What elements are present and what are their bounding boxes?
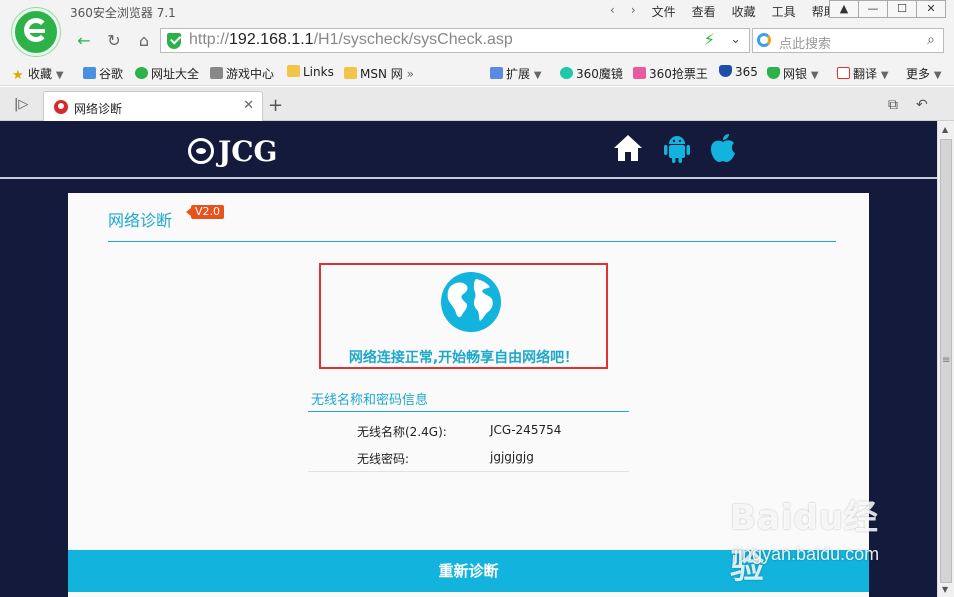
ticket-icon [633,67,646,79]
title-divider [108,241,836,242]
shield-icon [719,65,732,77]
chevron-down-icon[interactable]: ⌄ [730,32,741,47]
home-icon[interactable] [611,131,645,165]
address-row: ← ↻ ⌂ http://192.168.1.1/H1/syscheck/sys… [0,22,954,60]
bookmark-translate[interactable]: 翻译 ▼ [837,65,889,82]
app-title: 360安全浏览器 7.1 [70,6,176,20]
security-shield-icon [167,33,181,49]
bookmark-links[interactable]: Links [287,65,334,79]
bookmark-ticket[interactable]: 360抢票王 [633,65,708,82]
translate-icon [837,67,850,79]
wifi-section-divider [308,411,629,412]
grid-icon [490,67,503,79]
bookmark-games[interactable]: 游戏中心 [210,65,274,82]
jcg-logo[interactable]: JCG [188,135,277,168]
chevron-right-icon[interactable]: › [631,3,636,20]
browser-logo [12,8,60,56]
folder-icon [287,65,300,77]
restore-tab-icon[interactable]: ⧉ [888,97,898,113]
status-highlight-box: 网络连接正常,开始畅享自由网络吧！ [319,263,608,369]
bookmark-extensions[interactable]: 扩展 ▼ [490,65,542,82]
bookmark-magic-mirror[interactable]: 360魔镜 [560,65,623,82]
bookmark-google[interactable]: 谷歌 [83,65,123,82]
wifi-section-title: 无线名称和密码信息 [311,393,429,408]
bookmark-more[interactable]: 更多 ▼ [906,65,942,82]
diagnosis-panel: 网络诊断 V2.0 网络连接正常,开始畅享自由网络吧！ 无线名称和密码信息 无线… [68,193,869,597]
menu-bar: ‹ › 文件 查看 收藏 工具 帮助 [610,3,836,20]
search-icon[interactable]: ⌕ [927,32,935,48]
url-text[interactable]: http://192.168.1.1/H1/syscheck/sysCheck.… [189,31,513,49]
home-button[interactable]: ⌂ [134,31,154,51]
scroll-up-icon[interactable]: ▲ [942,125,948,134]
reload-button[interactable]: ↻ [104,31,124,51]
globe-icon [441,272,501,332]
mirror-icon [560,67,573,79]
search-input[interactable]: 点此搜索 [779,33,831,52]
bookmark-bank[interactable]: 网银 ▼ [767,65,819,82]
panel-title: 网络诊断 [108,211,173,230]
pin-icon[interactable]: ▲ [829,0,859,18]
chevron-left-icon[interactable]: ‹ [610,3,615,20]
scroll-down-icon[interactable]: ▼ [942,585,948,594]
password-value: jgjgjgjg [490,450,534,464]
search-box[interactable]: 点此搜索 ⌕ [752,28,944,53]
star-icon: ★ [12,68,24,83]
back-button[interactable]: ← [74,31,94,51]
close-button[interactable]: ✕ [916,0,946,18]
menu-tools[interactable]: 工具 [772,3,796,20]
window-controls: ▲ — ☐ ✕ [829,0,946,18]
new-tab-button[interactable]: + [268,95,283,116]
folder-icon [344,67,357,79]
search-engine-icon[interactable] [757,33,771,47]
rediagnose-button[interactable]: 重新诊断 [68,550,869,592]
page-viewport: JCG 网络诊断 V2.0 网络连接正常,开始畅享自由网络吧！ 无线名称和密码信… [0,121,937,597]
vertical-scrollbar[interactable]: ▲ ≡ ▼ [937,121,954,597]
globe-nav-icon [135,67,148,79]
tab-label: 网络诊断 [74,102,123,116]
gamepad-icon [210,67,223,79]
sidebar-toggle-icon[interactable]: |▷ [14,97,28,112]
google-icon [83,67,96,79]
bookmark-msn[interactable]: MSN 网 » [344,65,414,82]
bank-shield-icon [767,67,780,79]
version-badge: V2.0 [185,205,225,219]
title-bar: 360安全浏览器 7.1 ‹ › 文件 查看 收藏 工具 帮助 ▲ — ☐ ✕ [0,0,954,22]
undo-close-icon[interactable]: ↶ [916,97,928,113]
apple-icon[interactable] [706,131,740,165]
tab-close-icon[interactable]: ✕ [243,98,254,113]
tab-bar: |▷ 网络诊断 ✕ + ⧉ ↶ [0,87,954,121]
menu-view[interactable]: 查看 [692,3,716,20]
grip-icon: ≡ [942,355,951,366]
row-divider [308,471,629,472]
ssid-value: JCG-245754 [490,423,562,437]
menu-favorites[interactable]: 收藏 [732,3,756,20]
maximize-button[interactable]: ☐ [887,0,917,18]
address-bar[interactable]: http://192.168.1.1/H1/syscheck/sysCheck.… [160,28,750,53]
minimize-button[interactable]: — [858,0,888,18]
site-header: JCG [0,121,937,179]
lightning-icon[interactable]: ⚡ [704,30,715,49]
menu-file[interactable]: 文件 [652,3,676,20]
android-icon[interactable] [660,131,694,165]
password-label: 无线密码: [357,452,410,466]
ssid-label: 无线名称(2.4G): [357,425,447,439]
tab-favicon [54,100,68,114]
bookmark-favorites[interactable]: ★ 收藏 ▼ [12,65,64,83]
tab-network-diagnosis[interactable]: 网络诊断 ✕ [43,91,263,121]
jcg-mark-icon [188,138,214,164]
bookmarks-bar: ★ 收藏 ▼ 谷歌 网址大全 游戏中心 Links MSN 网 » 扩展 ▼ 36… [0,60,954,86]
bookmark-hao360[interactable]: 网址大全 [135,65,199,82]
bookmark-365[interactable]: 365 [719,65,758,79]
status-message: 网络连接正常,开始畅享自由网络吧！ [348,350,579,366]
